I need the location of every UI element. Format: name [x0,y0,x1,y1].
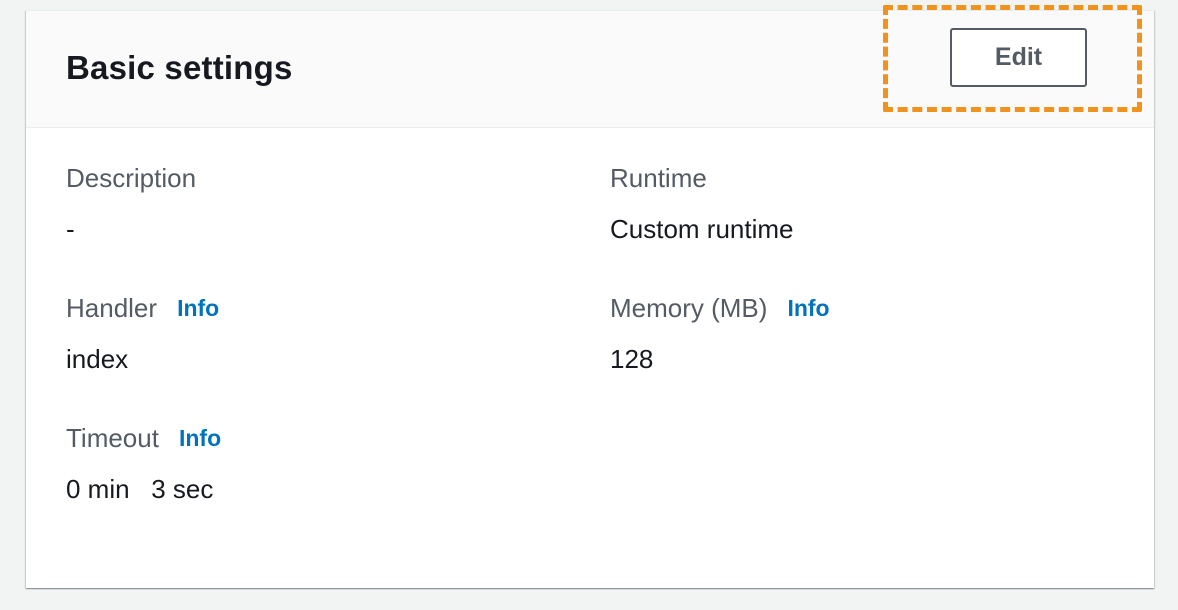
runtime-value: Custom runtime [610,214,794,244]
handler-label: Handler [66,293,158,323]
description-value: - [66,214,75,244]
timeout-label: Timeout [66,423,159,453]
handler-field: Handler Info index [66,293,219,375]
timeout-info-link[interactable]: Info [179,425,221,452]
description-label: Description [66,163,197,193]
memory-info-link[interactable]: Info [787,295,829,322]
memory-field: Memory (MB) Info 128 [610,293,830,375]
runtime-label: Runtime [610,163,707,193]
edit-highlight-annotation [883,5,1142,112]
timeout-value: 0 min 3 sec [66,474,214,504]
timeout-field: Timeout Info 0 min 3 sec [66,423,221,505]
panel-title: Basic settings [66,49,293,86]
memory-label: Memory (MB) [610,293,768,323]
runtime-field: Runtime Custom runtime [610,163,794,245]
handler-info-link[interactable]: Info [177,295,219,322]
handler-value: index [66,344,129,374]
memory-value: 128 [610,344,654,374]
description-field: Description - [66,163,196,245]
